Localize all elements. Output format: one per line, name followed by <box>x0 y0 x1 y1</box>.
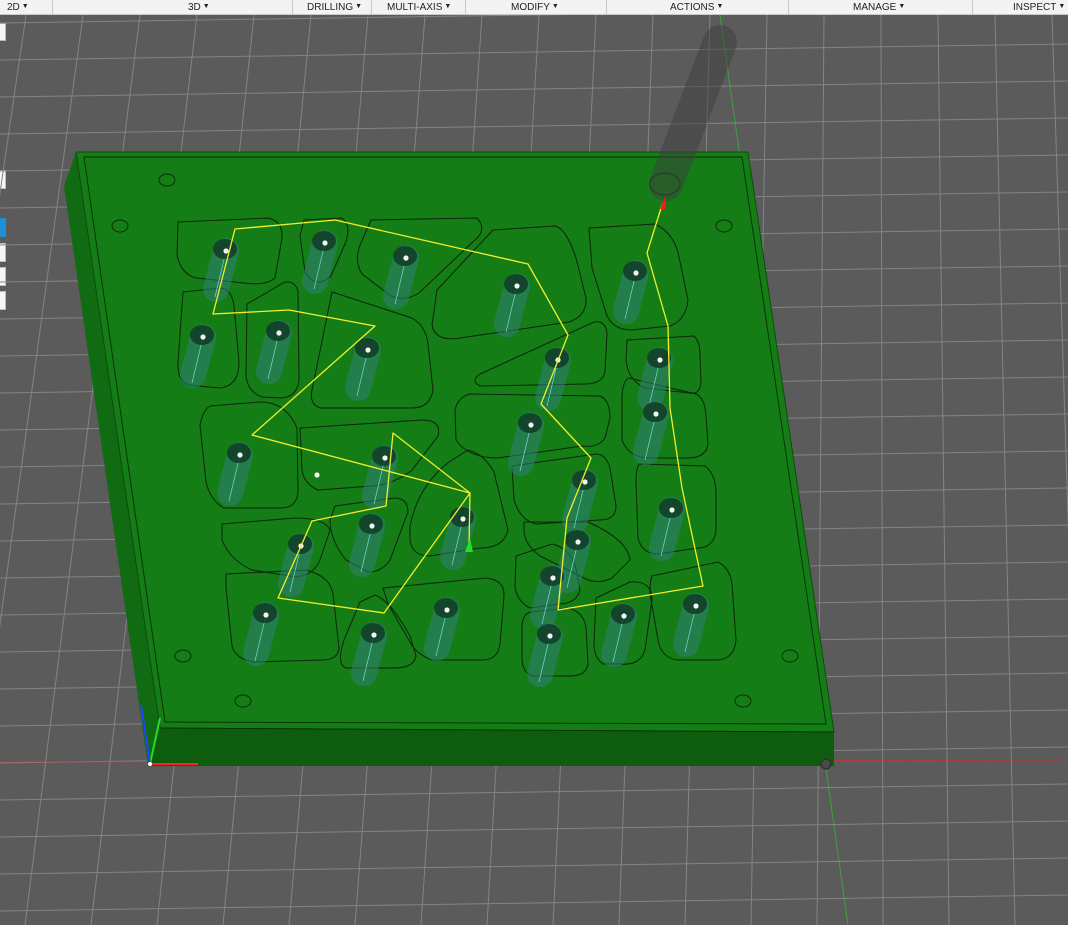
drill-center-point <box>371 632 377 638</box>
grid-line <box>880 15 884 925</box>
grid-line <box>0 820 1068 838</box>
pivot-point <box>820 758 832 770</box>
menu-manage[interactable]: MANAGE ▼ <box>853 0 905 14</box>
drill-center-point <box>653 411 659 417</box>
dropdown-caret-icon: ▼ <box>202 2 210 10</box>
menu-modify[interactable]: MODIFY ▼ <box>511 0 559 14</box>
drill-center-point <box>575 539 581 545</box>
menu-multi-axis[interactable]: MULTI-AXIS ▼ <box>387 0 451 14</box>
drill-center-point <box>514 283 520 289</box>
stock-block <box>64 151 835 766</box>
drill-center-point <box>263 612 269 618</box>
drill-center-point <box>460 516 466 522</box>
menu-modify-label: MODIFY <box>511 1 550 13</box>
drill-center-point <box>633 270 639 276</box>
drill-center-point <box>528 422 534 428</box>
grid-line <box>0 43 1068 61</box>
drill-center-point <box>237 452 243 458</box>
menu-3d-label: 3D <box>188 1 201 13</box>
drill-center-point <box>382 455 388 461</box>
drill-center-point <box>621 613 627 619</box>
grid-line <box>0 15 568 24</box>
menu-3d[interactable]: 3D ▼ <box>188 0 210 14</box>
grid-line <box>816 15 825 925</box>
menu-2d-label: 2D <box>7 1 20 13</box>
dropdown-caret-icon: ▼ <box>1058 2 1066 10</box>
drill-center-point <box>314 472 320 478</box>
menu-drilling-label: DRILLING <box>307 1 354 13</box>
stock-top-face <box>75 151 835 733</box>
drill-center-point <box>444 607 450 613</box>
triad-origin <box>148 762 152 766</box>
menu-actions[interactable]: ACTIONS ▼ <box>670 0 723 14</box>
drill-center-point <box>369 523 375 529</box>
grid-line <box>0 15 27 197</box>
menu-drilling[interactable]: DRILLING ▼ <box>307 0 362 14</box>
menu-inspect[interactable]: INSPECT ▼ <box>1013 0 1065 14</box>
drill-center-point <box>657 357 663 363</box>
grid-line <box>0 783 1068 801</box>
drill-center-point <box>693 603 699 609</box>
drill-center-point <box>322 240 328 246</box>
dropdown-caret-icon: ▼ <box>355 2 363 10</box>
drill-center-point <box>200 334 206 340</box>
grid-line <box>937 15 950 925</box>
stock-front-face <box>148 728 834 766</box>
menu-2d[interactable]: 2D ▼ <box>7 0 29 14</box>
drill-center-point <box>669 507 675 513</box>
drill-center-point <box>582 479 588 485</box>
grid-line <box>0 117 1068 135</box>
grid-line <box>994 15 1016 925</box>
menu-manage-label: MANAGE <box>853 1 897 13</box>
drill-center-point <box>547 633 553 639</box>
dropdown-caret-icon: ▼ <box>716 2 724 10</box>
drill-center-point <box>403 255 409 261</box>
menu-actions-label: ACTIONS <box>670 1 715 13</box>
dropdown-caret-icon: ▼ <box>898 2 906 10</box>
grid-line <box>0 15 84 628</box>
dropdown-caret-icon: ▼ <box>21 2 29 10</box>
grid-line <box>0 857 1068 875</box>
dropdown-caret-icon: ▼ <box>551 2 559 10</box>
cam-3d-viewport[interactable] <box>0 15 1068 925</box>
toolbar: 2D ▼ 3D ▼ DRILLING ▼ MULTI-AXIS ▼ MODIFY ▼ AC… <box>0 0 1068 15</box>
menu-multi-axis-label: MULTI-AXIS <box>387 1 443 13</box>
grid-line <box>1051 15 1068 533</box>
drill-center-point <box>276 330 282 336</box>
dropdown-caret-icon: ▼ <box>444 2 452 10</box>
drill-center-point <box>223 248 229 254</box>
drill-center-point <box>550 575 556 581</box>
menu-inspect-label: INSPECT <box>1013 1 1057 13</box>
drill-center-point <box>365 347 371 353</box>
